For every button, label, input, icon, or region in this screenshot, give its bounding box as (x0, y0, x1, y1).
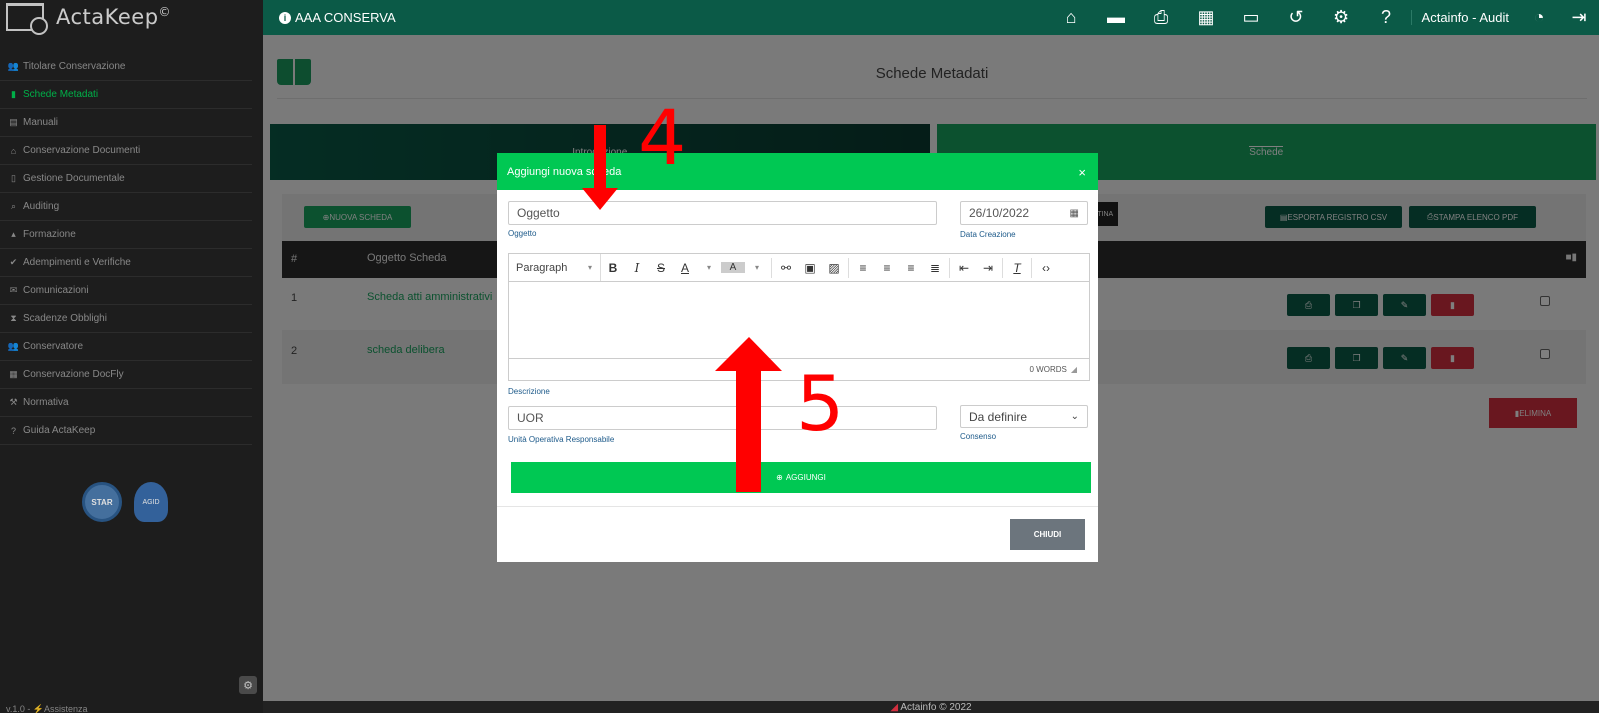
aggiungi-label: AGGIUNGI (785, 473, 826, 482)
link-icon[interactable]: ⚯ (774, 261, 798, 275)
org-title[interactable]: i AAA CONSERVA (279, 10, 396, 25)
topbar: i AAA CONSERVA ⌂ ▬ ⎙ ▦ ▭ ↺ ⚙? Actainfo - Audit ◔… (263, 0, 1599, 35)
highlight-color-icon[interactable]: A (721, 262, 745, 273)
resize-handle-icon[interactable]: ◢ (1071, 365, 1077, 374)
align-center-icon[interactable]: ≡ (875, 261, 899, 275)
chevron-down-icon: ⌄ (1070, 411, 1079, 422)
outdent-icon[interactable]: ⇤ (952, 261, 976, 275)
step-5-annotation: 5 (796, 359, 845, 448)
monitor-icon[interactable]: ▭ (1229, 7, 1274, 28)
text-color-dropdown-icon[interactable]: ▾ (697, 263, 721, 272)
paragraph-format-select[interactable]: Paragraph ▾ (509, 254, 601, 281)
info-icon: i (279, 11, 291, 24)
history-icon[interactable]: ↺ (1274, 7, 1319, 28)
logout-icon[interactable]: ⇥ (1559, 7, 1599, 28)
toolbar-separator (1002, 257, 1003, 278)
word-count: 0 WORDS (1029, 365, 1067, 374)
uor-label: Unità Operativa Responsabile (508, 435, 615, 444)
indent-icon[interactable]: ⇥ (976, 261, 1000, 275)
consenso-label: Consenso (960, 432, 997, 441)
topbar-actions: ⌂ ▬ ⎙ ▦ ▭ ↺ ⚙? Actainfo - Audit ◔ ⇥ (1049, 0, 1599, 35)
paragraph-format-label: Paragraph (516, 261, 568, 274)
consenso-select[interactable]: Da definire ⌄ (960, 405, 1088, 428)
toolbar-separator (949, 257, 950, 278)
data-creazione-value: 26/10/2022 (969, 206, 1030, 220)
clear-format-icon[interactable]: T (1005, 261, 1029, 275)
dashboard-icon[interactable]: ◔ (1519, 7, 1559, 28)
plus-circle-icon: ⊕ (776, 473, 783, 482)
chiudi-button[interactable]: CHIUDI (1010, 519, 1085, 550)
home-icon[interactable]: ⌂ (1049, 7, 1094, 28)
align-justify-icon[interactable]: ≣ (923, 261, 947, 275)
align-right-icon[interactable]: ≡ (899, 261, 923, 275)
folder-icon[interactable]: ▬ (1094, 7, 1139, 28)
footer: ◢ Actainfo © 2022 (263, 701, 1599, 713)
close-icon[interactable]: × (1078, 165, 1086, 180)
chevron-down-icon: ▾ (587, 263, 592, 272)
help-icon[interactable]: ? (1364, 7, 1409, 28)
strikethrough-icon[interactable]: S (649, 261, 673, 275)
oggetto-label: Oggetto (508, 229, 537, 238)
media-embed-icon[interactable]: ▣ (798, 261, 822, 275)
calendar-icon[interactable]: ▦ (1070, 208, 1079, 219)
toolbar-separator (848, 257, 849, 278)
print-icon[interactable]: ⎙ (1139, 7, 1184, 28)
org-name: AAA CONSERVA (295, 10, 396, 25)
toolbar-separator (1031, 257, 1032, 278)
image-icon[interactable]: ▨ (822, 261, 846, 275)
toolbar-separator (771, 257, 772, 278)
highlight-dropdown-icon[interactable]: ▾ (745, 263, 769, 272)
align-left-icon[interactable]: ≡ (851, 261, 875, 275)
uor-input[interactable]: UOR (508, 406, 937, 430)
text-color-icon[interactable]: A (673, 261, 697, 275)
sidebar: ActaKeep© 👥 Titolare Conservazione ▮ Schede… (0, 0, 263, 713)
user-name[interactable]: Actainfo - Audit (1410, 10, 1519, 25)
modal-header: Aggiungi nuova scheda × (497, 153, 1098, 190)
gear-icon[interactable]: ⚙ (1319, 7, 1364, 28)
step-4-annotation: 4 (638, 93, 687, 182)
sidebar-overlay (0, 0, 263, 713)
italic-icon[interactable]: I (625, 261, 649, 275)
aggiungi-button[interactable]: ⊕ AGGIUNGI (511, 462, 1091, 493)
descrizione-textarea[interactable] (509, 282, 1089, 358)
modal-title: Aggiungi nuova scheda (507, 165, 622, 178)
data-creazione-label: Data Creazione (960, 230, 1016, 239)
footer-text: Actainfo © 2022 (900, 702, 972, 713)
consenso-value: Da definire (969, 409, 1028, 424)
bold-icon[interactable]: B (601, 261, 625, 275)
actainfo-logo-icon: ◢ (890, 702, 899, 713)
data-creazione-input[interactable]: 26/10/2022 ▦ (960, 201, 1088, 225)
descrizione-label: Descrizione (508, 387, 550, 396)
add-scheda-modal: Aggiungi nuova scheda × Oggetto Oggetto … (497, 153, 1098, 562)
calendar-icon[interactable]: ▦ (1184, 7, 1229, 28)
modal-divider (497, 506, 1098, 507)
editor-toolbar: Paragraph ▾ B I S A ▾ A ▾ ⚯ ▣ ▨ ≡ ≡ ≡ ≣ … (509, 254, 1089, 282)
oggetto-input[interactable]: Oggetto (508, 201, 937, 225)
source-code-icon[interactable]: ‹› (1034, 261, 1058, 275)
